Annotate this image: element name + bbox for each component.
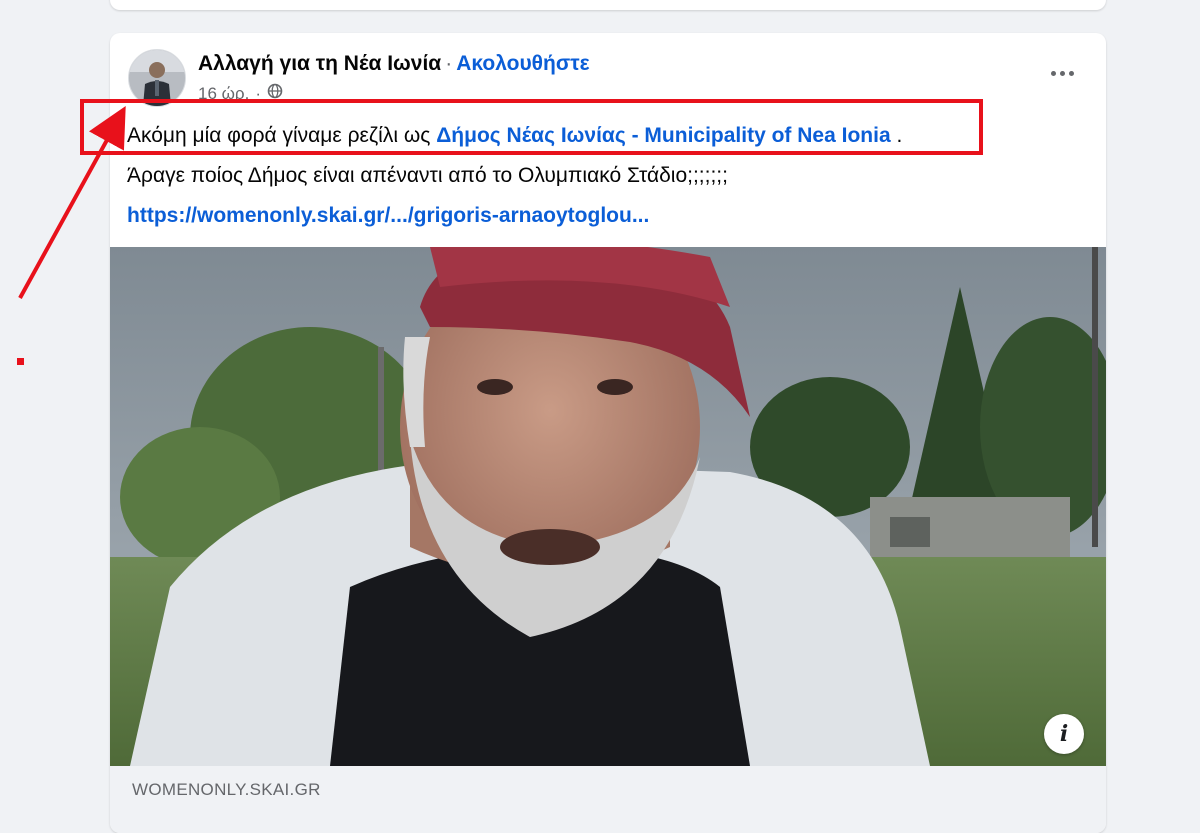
header-separator: · xyxy=(445,52,453,75)
post-url-link[interactable]: https://womenonly.skai.gr/.../grigoris-a… xyxy=(127,204,649,228)
post-timestamp[interactable]: 16 ώρ. xyxy=(198,84,249,104)
post-text-line-1: Ακόμη μία φορά γίναμε ρεζίλι ως Δήμος Νέ… xyxy=(127,124,902,148)
post-text-line-2: Άραγε ποίος Δήμος είναι απέναντι από το … xyxy=(127,164,728,187)
more-options-icon[interactable] xyxy=(1046,63,1078,83)
post-card: Αλλαγή για τη Νέα Ιωνία · Ακολουθήστε 16 ώ… xyxy=(110,33,1106,833)
page-avatar[interactable] xyxy=(128,49,186,107)
mention-link[interactable]: Δήμος Νέας Ιωνίας - Municipality of Nea … xyxy=(436,124,890,147)
post-header: Αλλαγή για τη Νέα Ιωνία · Ακολουθήστε xyxy=(198,52,590,76)
info-icon[interactable]: i xyxy=(1044,714,1084,754)
follow-button[interactable]: Ακολουθήστε xyxy=(456,52,589,75)
link-preview-image[interactable]: i xyxy=(110,247,1106,766)
post-meta: 16 ώρ. · xyxy=(198,83,283,104)
globe-icon xyxy=(267,83,283,104)
meta-dot: · xyxy=(255,83,261,103)
post-text-suffix: . xyxy=(890,124,903,147)
link-domain: WOMENONLY.SKAI.GR xyxy=(132,780,321,799)
post-text-prefix: Ακόμη μία φορά γίναμε ρεζίλι ως xyxy=(127,124,437,147)
previous-post-card xyxy=(110,0,1106,10)
link-preview-footer[interactable]: WOMENONLY.SKAI.GR xyxy=(110,766,1106,833)
page-name-link[interactable]: Αλλαγή για τη Νέα Ιωνία xyxy=(198,52,441,75)
